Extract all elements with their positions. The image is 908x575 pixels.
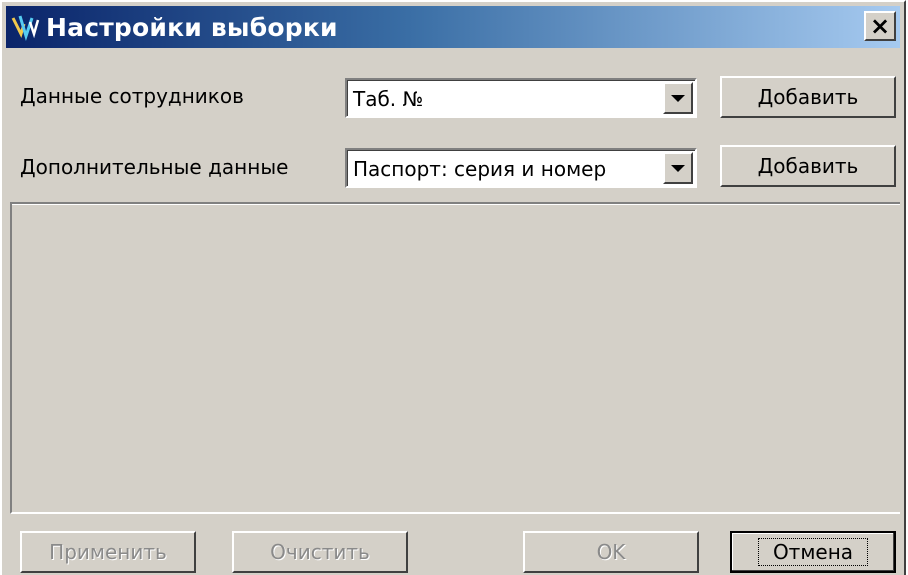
employee-data-label: Данные сотрудников (20, 84, 244, 108)
employee-data-select[interactable]: Таб. № (345, 78, 697, 118)
employee-data-dropdown-button[interactable] (663, 82, 693, 114)
cancel-button-label: Отмена (757, 538, 869, 566)
dialog-window: Настройки выборки × Данные сотрудников Т… (0, 0, 906, 575)
close-button[interactable]: × (864, 11, 896, 41)
additional-data-dropdown-button[interactable] (663, 152, 693, 184)
clear-button[interactable]: Очистить (232, 531, 408, 573)
selection-list-panel[interactable] (10, 202, 900, 514)
chevron-down-icon (671, 164, 685, 172)
employee-data-value: Таб. № (353, 87, 424, 111)
window-title: Настройки выборки (46, 12, 338, 42)
add-employee-data-button[interactable]: Добавить (720, 76, 896, 118)
ok-button[interactable]: OK (523, 531, 699, 573)
app-logo-icon (11, 15, 40, 41)
additional-data-select[interactable]: Паспорт: серия и номер (345, 148, 697, 188)
title-bar[interactable]: Настройки выборки × (6, 6, 900, 48)
chevron-down-icon (671, 94, 685, 102)
apply-button[interactable]: Применить (20, 531, 196, 573)
additional-data-label: Дополнительные данные (20, 155, 289, 179)
close-icon: × (869, 12, 891, 40)
additional-data-value: Паспорт: серия и номер (353, 157, 607, 181)
cancel-button[interactable]: Отмена (730, 531, 896, 573)
add-additional-data-button[interactable]: Добавить (720, 145, 896, 187)
